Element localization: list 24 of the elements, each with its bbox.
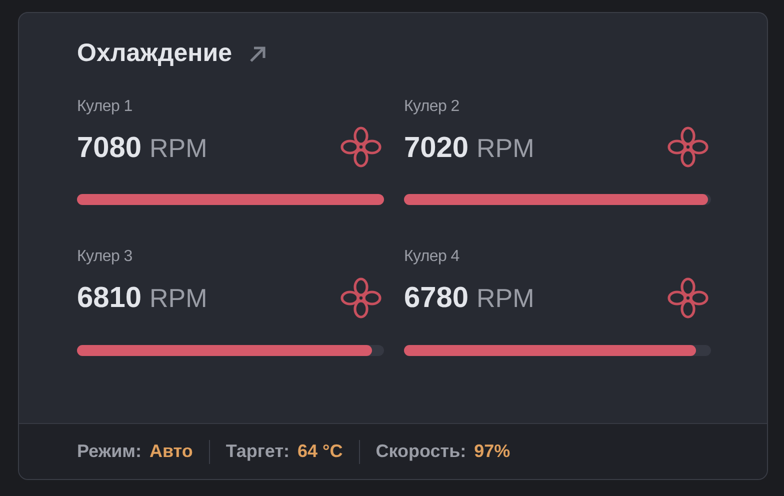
rpm-unit: RPM [476, 132, 534, 164]
cooler-label: Кулер 4 [404, 247, 460, 267]
rpm-unit: RPM [476, 282, 534, 315]
cooler-label: Кулер 3 [77, 247, 134, 267]
cooler-label: Кулер 2 [404, 96, 460, 116]
stat-value: Авто [149, 440, 193, 463]
arrow-icon[interactable] [248, 44, 268, 64]
stat-label: Таргет: [226, 440, 290, 463]
stat-value: 64 °C [298, 440, 343, 463]
fan-icon [665, 274, 711, 320]
fan-icon [338, 274, 384, 320]
fan-icon [665, 124, 711, 170]
rpm-value: 6780 [404, 281, 469, 316]
cooler-label: Кулер 1 [77, 96, 134, 116]
rpm-value: 7080 [77, 130, 142, 166]
card-title: Охлаждение [77, 38, 232, 69]
rpm-unit: RPM [150, 132, 208, 164]
rpm-unit: RPM [150, 282, 208, 315]
rpm-value: 7020 [404, 130, 469, 166]
stat-label: Режим: [77, 440, 142, 463]
stat-value: 97% [474, 440, 510, 463]
rpm-value: 6810 [77, 281, 142, 316]
stat-label: Скорость: [376, 440, 466, 463]
fan-icon [338, 124, 384, 170]
